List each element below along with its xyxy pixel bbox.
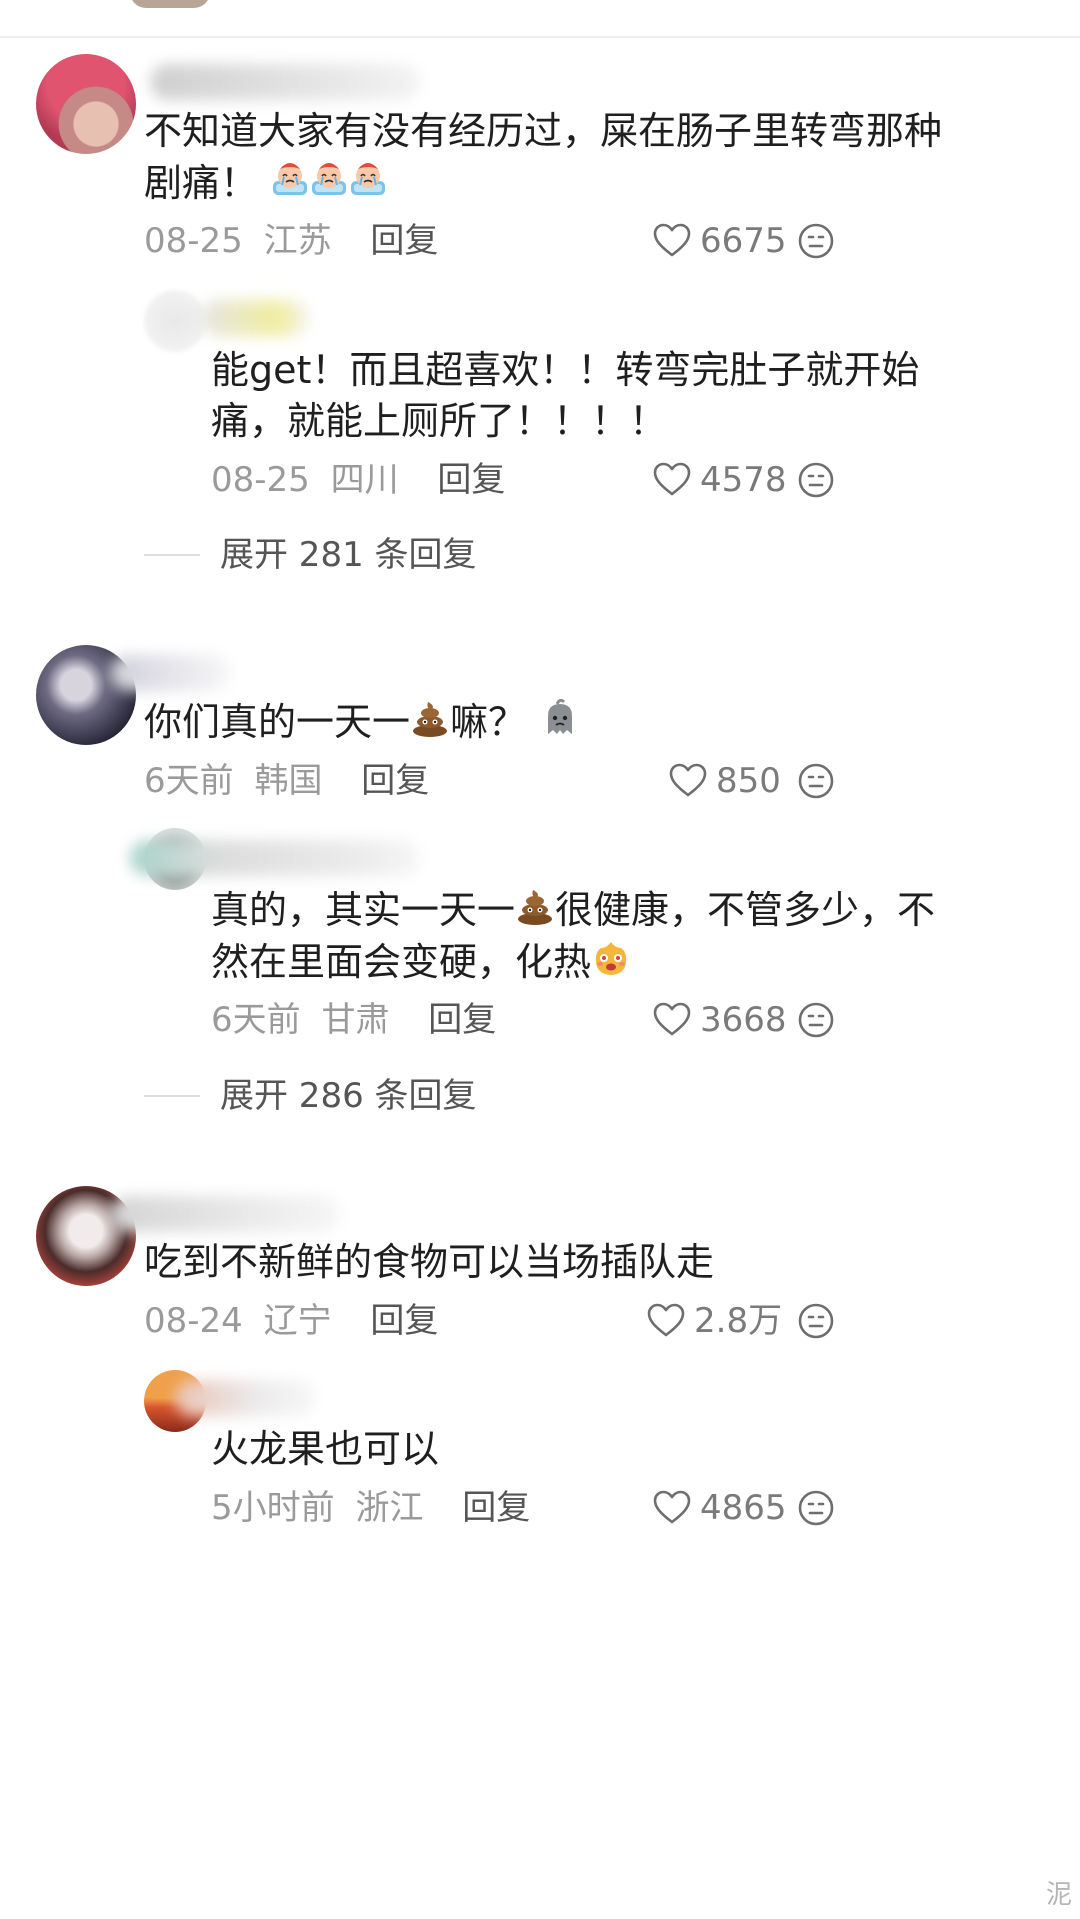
top-avatar-peek — [130, 0, 210, 8]
reply-2-text-before: 真的，其实一天一 — [211, 888, 516, 932]
expand-replies-2-label: 展开 286 条回复 — [220, 1076, 477, 1116]
comment-1-like-count: 6675 — [700, 221, 787, 261]
comment-1-text-line2: 剧痛！ — [144, 151, 388, 218]
neutral-face-icon — [796, 221, 836, 261]
comment-2-reply-button[interactable]: 回复 — [361, 761, 429, 801]
expand-divider — [144, 1095, 200, 1097]
reply-1-location: 四川 — [330, 460, 399, 500]
reply-3-reply-button[interactable]: 回复 — [462, 1488, 530, 1528]
comment-2-date: 6天前 — [144, 761, 234, 801]
reply-1-dislike-button[interactable] — [796, 460, 836, 504]
heart-outline-icon — [652, 221, 692, 261]
reply-3-like-button[interactable]: 4865 — [652, 1488, 787, 1528]
expand-replies-1-label: 展开 281 条回复 — [220, 535, 477, 575]
reply-2-meta: 6天前 甘肃 回复 — [211, 1000, 496, 1040]
top-divider — [0, 36, 1080, 38]
neutral-face-icon — [796, 1000, 836, 1040]
comment-2-location: 韩国 — [254, 761, 323, 801]
reply-2-location: 甘肃 — [321, 1000, 390, 1040]
comment-1-text-line2-label: 剧痛！ — [144, 161, 259, 205]
hot-face-emoji — [591, 933, 631, 997]
comment-3-username[interactable] — [110, 1196, 340, 1232]
reply-2-like-button[interactable]: 3668 — [652, 1000, 787, 1040]
reply-1-meta: 08-25 四川 回复 — [211, 460, 505, 500]
heart-outline-icon — [652, 1488, 692, 1528]
reply-3-date: 5小时前 — [211, 1488, 335, 1528]
comment-2-text-before: 你们真的一天一 — [144, 700, 411, 744]
reply-1-date: 08-25 — [211, 460, 310, 500]
comment-2-meta: 6天前 韩国 回复 — [144, 761, 429, 801]
reply-3-dislike-button[interactable] — [796, 1488, 836, 1532]
reply-3-username[interactable] — [175, 1380, 315, 1416]
neutral-face-icon — [796, 761, 836, 801]
reply-1-reply-button[interactable]: 回复 — [437, 460, 505, 500]
comment-2-like-button[interactable]: 850 — [668, 761, 781, 801]
watermark: 泥 — [1045, 1880, 1072, 1910]
crying-face-emoji — [270, 154, 388, 218]
comment-1-reply-button[interactable]: 回复 — [370, 221, 438, 261]
comment-3-location: 辽宁 — [263, 1301, 332, 1341]
reply-2-username[interactable] — [130, 840, 420, 876]
reply-1-like-button[interactable]: 4578 — [652, 460, 787, 500]
comment-1-like-button[interactable]: 6675 — [652, 221, 787, 261]
comment-3-meta: 08-24 辽宁 回复 — [144, 1301, 438, 1341]
neutral-face-icon — [796, 1488, 836, 1528]
heart-outline-icon — [668, 761, 708, 801]
heart-outline-icon — [652, 460, 692, 500]
reply-2-text-line2-label: 然在里面会变硬，化热 — [211, 940, 592, 984]
reply-2-text-line2: 然在里面会变硬，化热 — [211, 930, 631, 997]
reply-2-dislike-button[interactable] — [796, 1000, 836, 1044]
comment-1-avatar[interactable] — [36, 54, 136, 154]
comment-2-dislike-button[interactable] — [796, 761, 836, 805]
poop-emoji — [410, 693, 450, 757]
ghost-emoji — [540, 693, 580, 757]
expand-replies-1[interactable]: 展开 281 条回复 — [144, 535, 477, 575]
reply-1-username[interactable] — [200, 300, 310, 336]
comment-2-text-after: 嘛？ — [450, 700, 527, 744]
comment-1-dislike-button[interactable] — [796, 221, 836, 265]
reply-3-text: 火龙果也可以 — [211, 1427, 440, 1471]
comment-2-like-count: 850 — [716, 761, 781, 801]
reply-2-text-after: 很健康，不管多少，不 — [555, 888, 936, 932]
heart-outline-icon — [652, 1000, 692, 1040]
comment-2-text: 你们真的一天一 嘛？ — [144, 690, 580, 757]
neutral-face-icon — [796, 1301, 836, 1341]
comment-3-like-button[interactable]: 2.8万 — [646, 1301, 782, 1341]
expand-replies-2[interactable]: 展开 286 条回复 — [144, 1076, 477, 1116]
comment-1-meta: 08-25 江苏 回复 — [144, 221, 438, 261]
neutral-face-icon — [796, 460, 836, 500]
comment-1-date: 08-25 — [144, 221, 243, 261]
comment-3-date: 08-24 — [144, 1301, 243, 1341]
heart-outline-icon — [646, 1301, 686, 1341]
comment-1-username[interactable] — [150, 64, 420, 100]
comment-2-username[interactable] — [110, 655, 230, 691]
reply-2-like-count: 3668 — [700, 1000, 787, 1040]
reply-3-like-count: 4865 — [700, 1488, 787, 1528]
comment-3-dislike-button[interactable] — [796, 1301, 836, 1345]
comment-1-location: 江苏 — [263, 221, 332, 261]
reply-2-date: 6天前 — [211, 1000, 301, 1040]
reply-1-avatar[interactable] — [144, 290, 206, 352]
expand-divider — [144, 554, 200, 556]
reply-1-text-line2: 痛，就能上厕所了！！！！ — [211, 399, 668, 443]
comment-3-like-count: 2.8万 — [694, 1301, 783, 1341]
comment-3-reply-button[interactable]: 回复 — [370, 1301, 438, 1341]
reply-3-meta: 5小时前 浙江 回复 — [211, 1488, 530, 1528]
reply-1-like-count: 4578 — [700, 460, 787, 500]
reply-3-location: 浙江 — [355, 1488, 424, 1528]
reply-2-reply-button[interactable]: 回复 — [428, 1000, 496, 1040]
comment-3-text: 吃到不新鲜的食物可以当场插队走 — [144, 1240, 715, 1284]
